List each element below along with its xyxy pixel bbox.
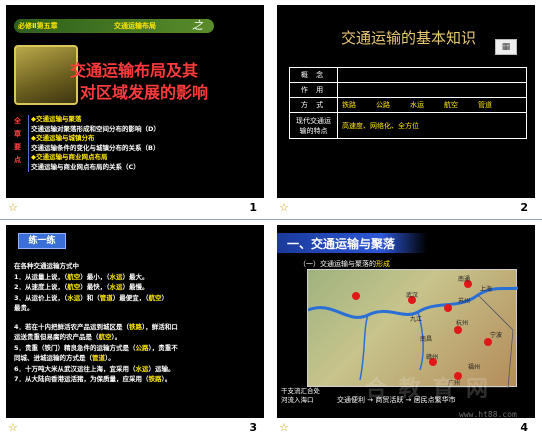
key-points-list: ◆交通运输与聚落 交通运输对聚落形成和空间分布的影响（D） ◆交通运输与城镇分布…	[28, 115, 258, 172]
list-item: ◆交通运输与城镇分布	[31, 134, 95, 142]
list-item: ◆交通运输与聚落	[31, 115, 82, 123]
exercise-line: 3．从运价上说，（水运）和（管道）最便宜，（航空）	[14, 293, 169, 302]
star-icon: ☆	[279, 201, 289, 214]
river-city-map: 南通 上海 苏州 杭州 武汉 九江 南昌 宁波 福州 赣州 广州	[307, 269, 519, 389]
slide-canvas: 必修Ⅱ第五章 交通运输布局 之 交通运输布局及其 对区域发展的影响 全 章 要 …	[6, 5, 264, 198]
slide-canvas: 一、交通运输与聚落 （一）交通运输与聚落的形成 南通 上海 苏州 杭州 武汉 九…	[277, 225, 535, 418]
slide-number: 1	[249, 201, 257, 214]
knowledge-table: 概 念 作 用 方 式 铁路 公路 水运 航空 管道 现代交通运输的特点 高速度、网络化…	[289, 67, 527, 139]
list-item: 交通运输与商业网点布局的关系（C）	[31, 162, 140, 171]
slide-canvas: 交通运输的基本知识 ▦ 概 念 作 用 方 式 铁路 公路 水运 航空 管道 现代交通运…	[277, 5, 535, 198]
exercise-line: 最贵。	[14, 304, 34, 312]
slide-title: 交通运输的基本知识	[341, 29, 477, 47]
location-types: 干支流汇合处 河流入海口	[281, 387, 320, 404]
table-row: 概 念	[289, 67, 527, 83]
section-heading: 一、交通运输与聚落	[287, 237, 396, 251]
process-flow: 交通便利 → 商贸活跃 → 居民点繁华市	[337, 396, 456, 404]
list-item: 交通运输对聚落形成和空间分布的影响（D）	[31, 124, 160, 133]
slide-thumbnail-3[interactable]: 练一练 在各种交通运输方式中 1．从运量上说，（航空）最小，（水运）最大。 2．…	[0, 220, 271, 439]
side-label: 全 章 要 点	[14, 117, 21, 164]
banner-tag-suffix: 之	[192, 19, 203, 32]
table-row: 作 用	[289, 82, 527, 98]
slide-thumbnail-1[interactable]: 必修Ⅱ第五章 交通运输布局 之 交通运输布局及其 对区域发展的影响 全 章 要 …	[0, 0, 271, 219]
star-icon: ☆	[8, 421, 18, 434]
table-row: 方 式 铁路 公路 水运 航空 管道	[289, 97, 527, 113]
table-row: 现代交通运输的特点 高速度、网络化、全方位	[289, 112, 527, 139]
airport-photo	[14, 45, 78, 105]
star-icon: ☆	[8, 201, 18, 214]
exercise-line: 运送贵重但易腐的农产品是（航空）。	[14, 333, 122, 341]
exercise-line: 同城、进城运输的方式是（管道）。	[14, 354, 115, 362]
slide-number: 4	[520, 421, 528, 434]
exercise-line: 2．从速度上说，（航空）最快，（水运）最慢。	[14, 283, 149, 291]
list-item: ◆交通运输与商业网点布局	[31, 153, 108, 161]
star-icon: ☆	[279, 421, 289, 434]
exercise-line: 6．十万吨大米从武汉运往上海，宜采用（水运）运输。	[14, 364, 175, 373]
slide-thumbnail-2[interactable]: 交通运输的基本知识 ▦ 概 念 作 用 方 式 铁路 公路 水运 航空 管道 现代交通运…	[271, 0, 542, 219]
slide-canvas: 练一练 在各种交通运输方式中 1．从运量上说，（航空）最小，（水运）最大。 2．…	[6, 225, 264, 418]
banner-tag-chapter: 必修Ⅱ第五章	[18, 22, 58, 30]
watermark-url: www.ht88.com	[459, 410, 517, 418]
exercise-line: 1．从运量上说，（航空）最小，（水运）最大。	[14, 272, 149, 281]
exercise-intro: 在各种交通运输方式中	[14, 262, 79, 270]
slide-number: 3	[249, 421, 257, 434]
slide-number: 2	[520, 201, 528, 214]
banner-tag-topic: 交通运输布局	[114, 22, 156, 30]
slide-thumbnail-4[interactable]: 一、交通运输与聚落 （一）交通运输与聚落的形成 南通 上海 苏州 杭州 武汉 九…	[271, 220, 542, 439]
exercise-body: 在各种交通运输方式中 1．从运量上说，（航空）最小，（水运）最大。 2．从速度上…	[14, 261, 260, 385]
subsection-title: （一）交通运输与聚落的形成	[299, 260, 390, 268]
slide-title-line2: 对区域发展的影响	[80, 83, 209, 102]
exercise-heading: 练一练	[18, 233, 66, 249]
exercise-line: 4．若在十内把鲜活农产品运到城区是（铁路），鲜活和口	[14, 322, 178, 331]
list-item: 交通运输条件的变化与城镇分布的关系（B）	[31, 143, 160, 152]
exercise-line: 5．贵重（铁门）精良急件的运输方式是（公路），贵重不	[14, 343, 178, 352]
exercise-line: 7．从大陆向香港运活猪，为保质量，应采用（铁路）。	[14, 375, 172, 383]
shapes-icon: ▦	[495, 39, 517, 55]
slide-title-line1: 交通运输布局及其	[70, 61, 199, 80]
